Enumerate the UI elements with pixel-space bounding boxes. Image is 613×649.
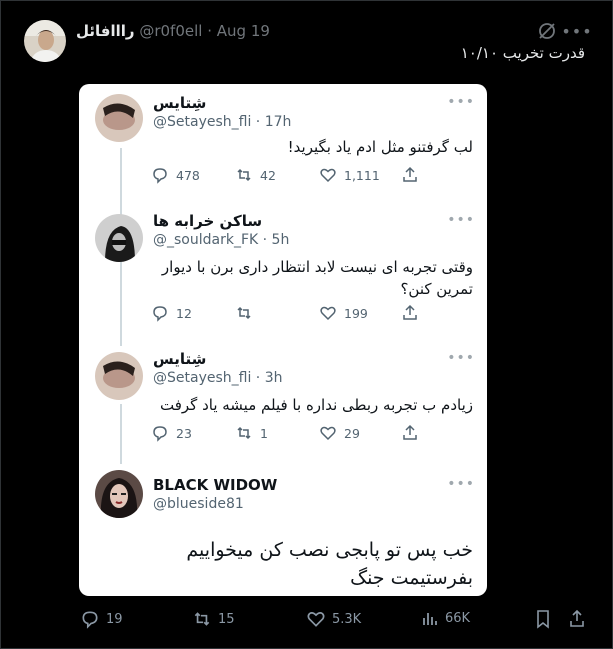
thread-line xyxy=(120,266,122,346)
reply-avatar xyxy=(95,352,143,400)
reply-text: زیادم ب تجربه ربطی نداره با فیلم میشه یا… xyxy=(159,396,473,414)
retweet-count: 42 xyxy=(235,166,276,184)
reply-author-name: BLACK WIDOW xyxy=(153,476,278,494)
more-icon: ••• xyxy=(447,476,475,492)
more-icon: ••• xyxy=(447,350,475,366)
heart-icon xyxy=(320,168,336,183)
share-icon xyxy=(401,166,419,184)
more-icon: ••• xyxy=(447,94,475,110)
heart-icon xyxy=(320,306,336,321)
heart-icon xyxy=(320,426,336,441)
share-icon xyxy=(401,424,419,442)
author-name[interactable]: رااافائل xyxy=(76,22,135,40)
reply-count: 23 xyxy=(151,424,192,442)
bookmark-icon xyxy=(537,610,549,629)
retweet-icon xyxy=(237,426,251,440)
more-icon: ••• xyxy=(447,212,475,228)
grok-icon[interactable] xyxy=(536,20,558,42)
like-count: 29 xyxy=(319,424,360,442)
thread-line xyxy=(120,404,122,464)
reply-text: وقتی تجربه ای نیست لابد انتظار داری برن … xyxy=(161,258,473,298)
reply-author-handle: @blueside81 xyxy=(153,496,244,512)
attached-screenshot[interactable]: شِتایس @Setayesh_fli · 17h ••• لب گرفتنو… xyxy=(79,84,487,596)
reply-text: لب گرفتنو مثل ادم یاد بگیرید! xyxy=(287,138,473,156)
reply-author-handle: @_souldark_FK · 5h xyxy=(153,232,290,248)
reply-author-handle: @Setayesh_fli · 17h xyxy=(153,114,292,130)
reply-icon xyxy=(153,306,167,322)
reply-avatar xyxy=(95,94,143,142)
views-icon xyxy=(423,613,437,625)
reply-count: 12 xyxy=(151,304,192,322)
reply-author-handle: @Setayesh_fli · 3h xyxy=(153,370,283,386)
reply-avatar xyxy=(95,470,143,518)
heart-icon xyxy=(307,612,325,627)
like-count: 1,111 xyxy=(319,166,380,184)
reply-author-name: شِتایس xyxy=(153,350,207,368)
reply-icon xyxy=(82,611,98,629)
reply-author-name: ساکن خرابه ها xyxy=(153,212,263,230)
tweet-action-bar: 19 15 5.3K 66K xyxy=(0,609,613,633)
author-avatar[interactable] xyxy=(24,20,66,62)
tweet-header: رااافائل @r0f0ell · Aug 19 xyxy=(76,22,270,40)
share-icon xyxy=(401,304,419,322)
retweet-count: 1 xyxy=(235,424,268,442)
reply-avatar xyxy=(95,214,143,262)
retweet-button[interactable]: 15 xyxy=(192,609,235,629)
author-handle[interactable]: @r0f0ell xyxy=(139,22,202,40)
retweet-icon xyxy=(237,306,251,320)
more-options-icon[interactable]: ••• xyxy=(561,20,591,42)
tweet-date[interactable]: · Aug 19 xyxy=(207,22,270,40)
reply-count: 478 xyxy=(151,166,200,184)
retweet-icon xyxy=(237,168,251,182)
reply-author-name: شِتایس xyxy=(153,94,207,112)
views-button[interactable]: 66K xyxy=(421,609,470,627)
like-button[interactable]: 5.3K xyxy=(306,609,361,629)
retweet-icon xyxy=(194,612,210,626)
reply-icon xyxy=(153,426,167,442)
reply-button[interactable]: 19 xyxy=(80,609,123,629)
retweet-count xyxy=(235,304,260,322)
tweet-text: قدرت تخریب ۱۰/۱۰ xyxy=(460,44,585,62)
bookmark-button[interactable] xyxy=(534,609,552,629)
reply-icon xyxy=(153,168,167,184)
share-button[interactable] xyxy=(568,609,586,629)
share-icon xyxy=(570,609,584,627)
like-count: 199 xyxy=(319,304,368,322)
reply-text: خب پس تو پابجی نصب کن میخواییم بفرستیمت … xyxy=(186,539,473,589)
